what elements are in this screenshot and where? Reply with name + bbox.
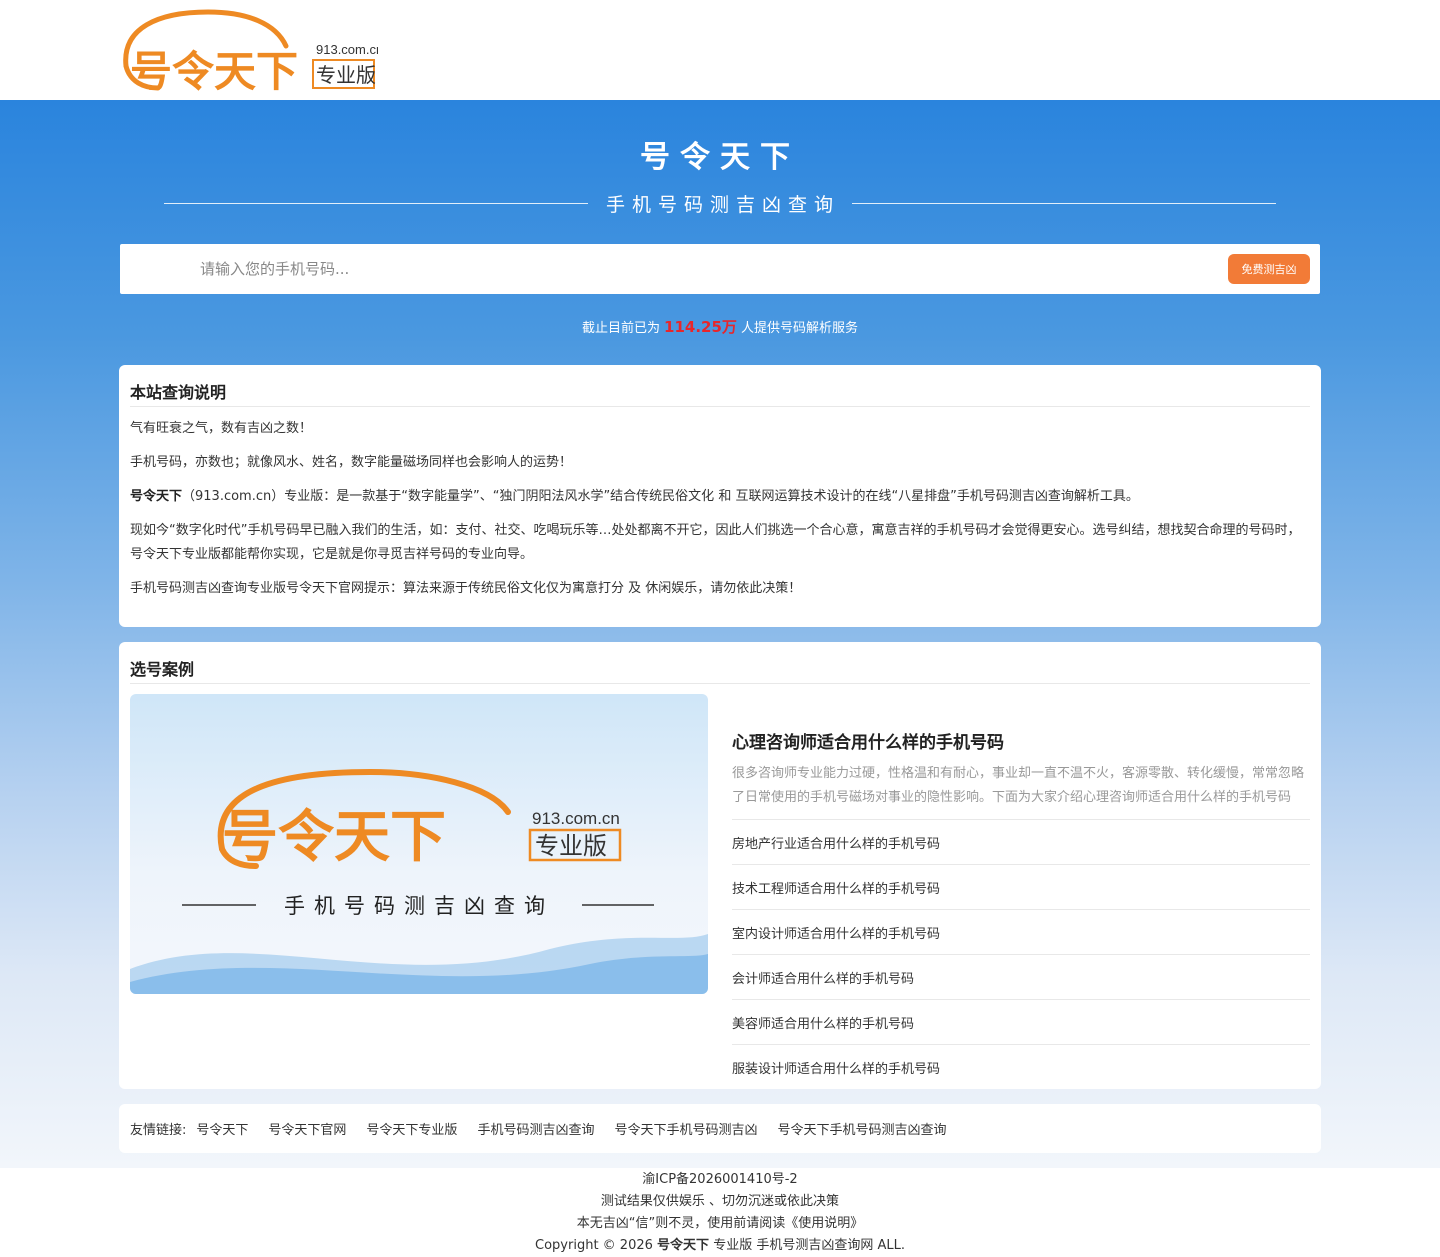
- banner-tagline-text: 手机号码测吉凶查询: [284, 894, 554, 918]
- logo-brand-text: 号令天下: [130, 47, 298, 94]
- friend-link[interactable]: 号令天下手机号码测吉凶: [614, 1119, 757, 1138]
- friend-links-card: 友情链接: 号令天下 号令天下官网 号令天下专业版 手机号码测吉凶查询 号令天下…: [119, 1104, 1321, 1153]
- stats-line: 截止目前已为 114.25万 人提供号码解析服务: [0, 316, 1440, 337]
- phone-search-input[interactable]: [200, 244, 1200, 294]
- case-list-item[interactable]: 服装设计师适合用什么样的手机号码: [732, 1044, 1310, 1089]
- search-box: 免费测吉凶: [120, 244, 1320, 294]
- copyright-prefix: Copyright © 2026: [535, 1238, 653, 1253]
- banner-edition-text: 专业版: [535, 832, 607, 860]
- site-logo[interactable]: 号令天下 913.com.cn 专业版: [118, 8, 383, 96]
- friend-link[interactable]: 号令天下官网: [268, 1119, 346, 1138]
- footer: 渝ICP备2026001410号-2 测试结果仅供娱乐 、切勿沉迷或依此决策 本…: [0, 1168, 1440, 1257]
- hero-title: 号令天下: [640, 140, 800, 175]
- cases-card: 选号案例 号令天下 913.com.cn 专业版 手机号码测吉凶查询 心理咨询师…: [119, 642, 1321, 1089]
- intro-title: 本站查询说明: [130, 383, 227, 402]
- footer-disclaimer: 测试结果仅供娱乐 、切勿沉迷或依此决策: [600, 1194, 840, 1209]
- friend-link[interactable]: 手机号码测吉凶查询: [477, 1119, 594, 1138]
- divider: [130, 683, 1310, 684]
- hero-subtitle: 手机号码测吉凶查询: [606, 193, 841, 216]
- friend-links-label: 友情链接:: [130, 1122, 187, 1138]
- friend-link[interactable]: 号令天下手机号码测吉凶查询: [777, 1119, 946, 1138]
- intro-paragraph-3: 号令天下（913.com.cn）专业版：是一款基于“数字能量学”、“独门阴阳法风…: [130, 485, 1310, 509]
- footer-copyright: Copyright © 2026 号令天下 专业版 手机号测吉凶查询网 ALL.: [0, 1235, 1440, 1257]
- stats-count: 114.25万: [664, 318, 737, 336]
- stats-suffix: 人提供号码解析服务: [740, 321, 858, 336]
- logo-domain-text: 913.com.cn: [316, 42, 378, 57]
- intro-paragraph-1: 气有旺衰之气，数有吉凶之数！: [130, 421, 313, 436]
- case-list-item[interactable]: 技术工程师适合用什么样的手机号码: [732, 864, 1310, 909]
- intro-paragraph-2: 手机号码，亦数也；就像风水、姓名，数字能量磁场同样也会影响人的运势！: [130, 455, 573, 470]
- case-list-item[interactable]: 房地产行业适合用什么样的手机号码: [732, 819, 1310, 864]
- divider-right: [852, 202, 1277, 204]
- hero-subtitle-row: 手机号码测吉凶查询: [164, 188, 1277, 218]
- top-header: 号令天下 913.com.cn 专业版: [0, 0, 1440, 100]
- intro-paragraph-4: 现如今“数字化时代”手机号码早已融入我们的生活，如：支付、社交、吃喝玩乐等…处处…: [130, 523, 1301, 562]
- cases-banner-image[interactable]: 号令天下 913.com.cn 专业版 手机号码测吉凶查询: [130, 694, 708, 994]
- featured-case-desc: 很多咨询师专业能力过硬，性格温和有耐心，事业却一直不温不火，客源零散、转化缓慢，…: [732, 766, 1305, 805]
- friend-links: 友情链接: 号令天下 号令天下官网 号令天下专业版 手机号码测吉凶查询 号令天下…: [130, 1104, 966, 1152]
- divider: [130, 406, 1310, 407]
- copyright-suffix: 专业版 手机号测吉凶查询网 ALL.: [713, 1238, 905, 1253]
- friend-link[interactable]: 号令天下: [196, 1119, 248, 1138]
- case-list-item[interactable]: 会计师适合用什么样的手机号码: [732, 954, 1310, 999]
- copyright-brand: 号令天下: [657, 1238, 710, 1253]
- icp-link[interactable]: 渝ICP备2026001410号-2: [0, 1169, 1440, 1191]
- friend-link[interactable]: 号令天下专业版: [366, 1119, 457, 1138]
- intro-paragraph-5: 手机号码测吉凶查询专业版号令天下官网提示：算法来源于传统民俗文化仅为寓意打分 及…: [130, 581, 802, 596]
- intro-paragraph-3-text: （913.com.cn）专业版：是一款基于“数字能量学”、“独门阴阳法风水学”结…: [182, 489, 1139, 504]
- banner-brand-text: 号令天下: [222, 805, 446, 870]
- logo-graphic: 号令天下 913.com.cn 专业版: [123, 9, 383, 96]
- divider-left: [164, 202, 588, 204]
- free-test-button[interactable]: 免费测吉凶: [1228, 254, 1310, 284]
- intro-brand: 号令天下: [130, 489, 183, 504]
- banner-domain-text: 913.com.cn: [532, 809, 620, 828]
- case-list: 房地产行业适合用什么样的手机号码 技术工程师适合用什么样的手机号码 室内设计师适…: [732, 819, 1310, 1089]
- footer-notice[interactable]: 本无吉凶“信”则不灵，使用前请阅读《使用说明》: [0, 1213, 1440, 1235]
- case-list-item[interactable]: 美容师适合用什么样的手机号码: [732, 999, 1310, 1044]
- intro-card: 本站查询说明 气有旺衰之气，数有吉凶之数！ 手机号码，亦数也；就像风水、姓名，数…: [119, 365, 1321, 627]
- stats-prefix: 截止目前已为: [582, 321, 661, 336]
- featured-case-title[interactable]: 心理咨询师适合用什么样的手机号码: [732, 728, 1004, 753]
- logo-edition-text: 专业版: [316, 63, 376, 87]
- case-list-item[interactable]: 室内设计师适合用什么样的手机号码: [732, 909, 1310, 954]
- cases-title: 选号案例: [130, 660, 195, 679]
